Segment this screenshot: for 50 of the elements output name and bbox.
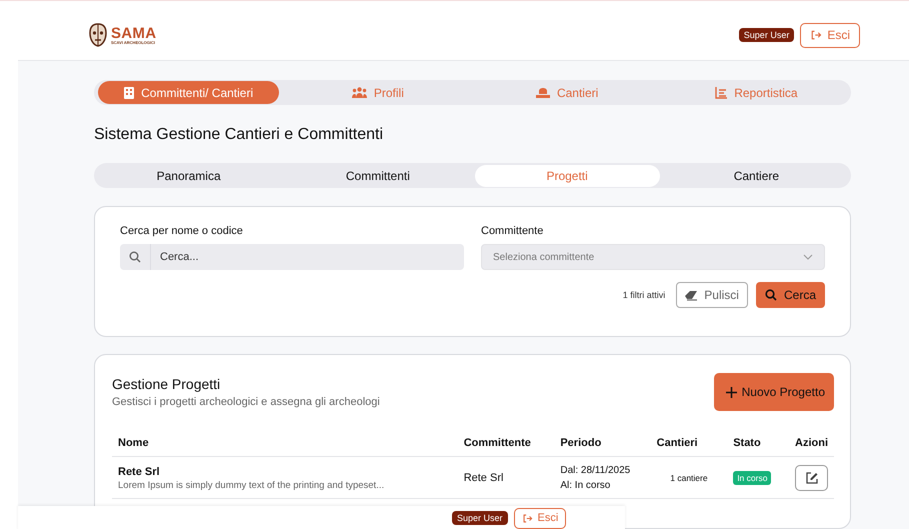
building-icon: [124, 86, 134, 98]
client-dropdown[interactable]: Seleziona committente: [481, 244, 825, 270]
period-end: Al: In corso: [560, 479, 612, 493]
table-cell: 1 cantiere: [670, 473, 708, 483]
field-label: Cerca per nome o codice: [120, 225, 244, 237]
project-name: Rete Srl: [118, 466, 161, 478]
column-header: Azioni: [795, 437, 828, 449]
column-header: Stato: [733, 437, 761, 449]
column-header: Nome: [118, 437, 149, 449]
period-start: Dal: 28/11/2025: [560, 464, 632, 478]
section-title: Gestione Progetti: [112, 376, 222, 392]
column-header: Cantieri: [656, 437, 698, 449]
role-badge: Super User: [738, 28, 794, 42]
new-project-button[interactable]: Nuovo Progetto: [714, 373, 834, 411]
sub-tab[interactable]: Committenti: [285, 164, 470, 186]
nav-tab[interactable]: Profili: [287, 81, 468, 104]
nav-tab[interactable]: Cantieri: [476, 81, 658, 104]
search-icon: [129, 251, 141, 263]
users-icon: [352, 87, 367, 98]
active-filters-count: 1 filtri attivi: [622, 290, 666, 300]
status-badge: In corso: [733, 471, 772, 485]
search-icon: [764, 289, 777, 301]
logout-button[interactable]: Esci: [514, 508, 566, 528]
table-cell: Rete Srl: [464, 472, 504, 484]
field-label: Committente: [481, 225, 544, 237]
logout-icon: [810, 29, 822, 41]
sub-tab[interactable]: Cantiere: [664, 164, 849, 186]
list-chart-icon: [715, 86, 728, 98]
plus-icon: [726, 386, 737, 398]
clear-button[interactable]: Pulisci: [676, 282, 748, 308]
chevron-down-icon: [803, 254, 813, 260]
helmet-icon: [536, 87, 550, 98]
edit-icon: [806, 472, 818, 484]
project-description: Lorem Ipsum is simply dummy text of the printing and typeset...: [118, 480, 386, 490]
logout-icon: [522, 512, 533, 524]
page-title: Sistema Gestione Cantieri e Committenti: [94, 126, 384, 144]
nav-tab[interactable]: Committenti/ Cantieri: [98, 81, 280, 104]
eraser-icon: [685, 290, 698, 300]
logout-button[interactable]: Esci: [800, 22, 860, 48]
sub-tab[interactable]: Progetti: [474, 164, 660, 186]
logo-title: SAMA: [111, 26, 156, 40]
sub-tab[interactable]: Panoramica: [96, 164, 282, 186]
column-header: Committente: [464, 437, 531, 449]
section-subtitle: Gestisci i progetti archeologici e assegna gli archeologi: [112, 396, 380, 408]
column-header: Periodo: [560, 437, 602, 449]
search-button[interactable]: Cerca: [756, 282, 825, 308]
nav-tab[interactable]: Reportistica: [666, 81, 847, 104]
role-badge: Super User: [452, 511, 508, 525]
edit-button[interactable]: [795, 465, 828, 491]
mask-logo-icon: [88, 23, 108, 47]
